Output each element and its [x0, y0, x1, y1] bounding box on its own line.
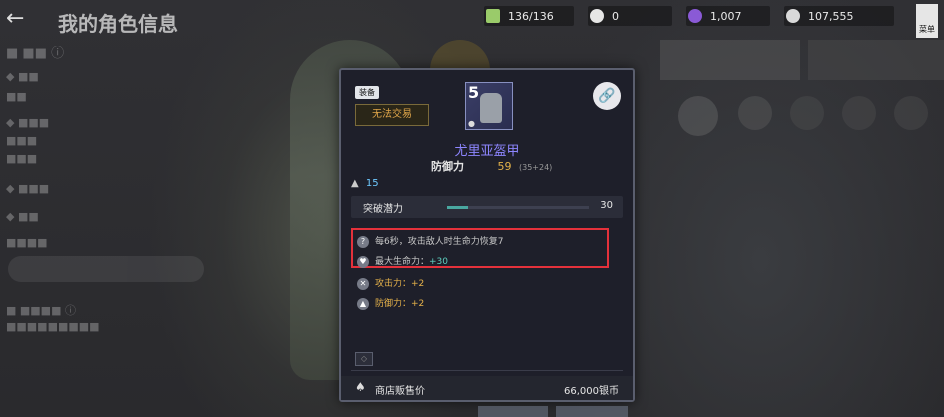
effect-max-hp-label: 最大生命力：	[375, 257, 430, 267]
effect-regen: ? 每6秒，攻击敌人时生命力恢复7	[357, 234, 503, 248]
left-panel-row: ◆ ■■■	[6, 116, 50, 129]
effect-max-hp-value: +30	[429, 257, 449, 267]
right-tab-2[interactable]	[808, 40, 944, 80]
left-panel-row: ■■■	[6, 134, 38, 147]
right-tab-1[interactable]	[660, 40, 800, 80]
currency-purple-gem[interactable]: 1,007	[686, 6, 770, 26]
equipped-badge: 装备	[355, 86, 379, 99]
currency-energy-value: 136/136	[508, 9, 554, 23]
armor-slot-icon[interactable]	[790, 96, 824, 130]
sell-price-label: 商店贩售价	[375, 386, 425, 397]
divider	[351, 370, 623, 371]
currency-bar: 136/136 0 1,007 107,555	[484, 6, 908, 26]
purple-gem-icon	[688, 9, 702, 23]
pearl-icon	[590, 9, 604, 23]
shield-icon: ▲	[357, 297, 369, 310]
trade-status-badge: 无法交易	[355, 104, 429, 126]
bonus-defense: ▲ 防御力：+2	[357, 296, 424, 310]
item-icon: 5 ●	[465, 82, 513, 130]
currency-pearl-value: 0	[612, 9, 619, 23]
potential-bar-fill	[447, 206, 469, 209]
regen-icon: ?	[357, 235, 369, 248]
silver-coin-icon	[786, 9, 800, 23]
link-button[interactable]: 🔗	[593, 82, 621, 110]
currency-energy[interactable]: 136/136	[484, 6, 574, 26]
bottom-button-2[interactable]	[556, 406, 628, 417]
armor-icon	[480, 93, 502, 123]
energy-icon	[486, 9, 500, 23]
boots-slot-icon[interactable]	[894, 96, 928, 130]
potential-label: 突破潜力	[363, 204, 403, 215]
defense-label: 防御力	[431, 160, 464, 173]
helmet-slot-icon[interactable]	[738, 96, 772, 130]
right-equipment-panel	[660, 40, 944, 340]
sword-icon: ✕	[357, 277, 369, 290]
money-bag-icon: ♠	[355, 380, 366, 394]
sell-price-value: 66,000银币	[564, 386, 619, 397]
left-panel-row: ◆ ■■■	[6, 182, 50, 195]
potential-bar	[447, 206, 589, 209]
upgrade-count-value: 15	[365, 178, 379, 189]
potential-row: 突破潜力 30	[351, 196, 623, 218]
bonus-attack-text: 攻击力：+2	[375, 279, 425, 289]
bonus-defense-text: 防御力：+2	[375, 299, 425, 309]
defense-stat: 防御力 59 (35+24)	[431, 158, 552, 174]
weapon-slot-icon[interactable]	[678, 96, 718, 136]
left-panel-row: ■■■	[6, 152, 38, 165]
bottom-button-1[interactable]	[478, 406, 548, 417]
defense-breakdown: (35+24)	[519, 163, 553, 172]
currency-silver-value: 107,555	[808, 9, 854, 23]
item-tooltip: 装备 无法交易 5 ● 🔗 尤里亚盔甲 防御力 59 (35+24) ▲ 15 …	[339, 68, 635, 402]
gem-slot-icon[interactable]: ◇	[355, 352, 373, 366]
gloves-slot-icon[interactable]	[842, 96, 876, 130]
upgrade-count: ▲ 15	[351, 178, 379, 189]
item-level: 5	[468, 83, 480, 102]
left-panel-row: ■ ■■■■ ⓘ	[6, 304, 76, 317]
left-panel-heading: ■ ■■ ⓘ	[6, 46, 65, 61]
left-panel-search[interactable]	[8, 256, 204, 282]
currency-pearl[interactable]: 0	[588, 6, 672, 26]
upgrade-icon: ▲	[351, 178, 359, 189]
lock-icon: ●	[468, 119, 475, 128]
left-panel-row: ■■■■■■■■■	[6, 320, 100, 333]
sell-price-row: ♠ 商店贩售价 66,000银币	[341, 376, 633, 400]
left-panel-row: ■■	[6, 90, 27, 103]
effect-regen-text: 每6秒，攻击敌人时生命力恢复7	[375, 237, 504, 247]
currency-purple-gem-value: 1,007	[710, 9, 742, 23]
page-title: 我的角色信息	[58, 12, 178, 36]
left-panel-row: ◆ ■■	[6, 210, 39, 223]
defense-value: 59	[497, 160, 512, 173]
left-stats-panel: ■ ■■ ⓘ ◆ ■■ ■■ ◆ ■■■ ■■■ ■■■ ◆ ■■■ ◆ ■■ …	[0, 36, 215, 346]
hp-icon: ♥	[357, 255, 369, 268]
bonus-attack: ✕ 攻击力：+2	[357, 276, 424, 290]
left-panel-row: ■■■■	[6, 236, 48, 249]
menu-icon[interactable]: 菜单	[916, 4, 938, 38]
effect-max-hp: ♥ 最大生命力：+30	[357, 254, 448, 268]
potential-value: 30	[600, 200, 613, 211]
left-panel-row: ◆ ■■	[6, 70, 39, 83]
back-arrow-icon[interactable]: ←	[6, 6, 32, 32]
currency-silver[interactable]: 107,555	[784, 6, 894, 26]
menu-label: 菜单	[919, 25, 935, 34]
item-name: 尤里亚盔甲	[454, 144, 520, 159]
